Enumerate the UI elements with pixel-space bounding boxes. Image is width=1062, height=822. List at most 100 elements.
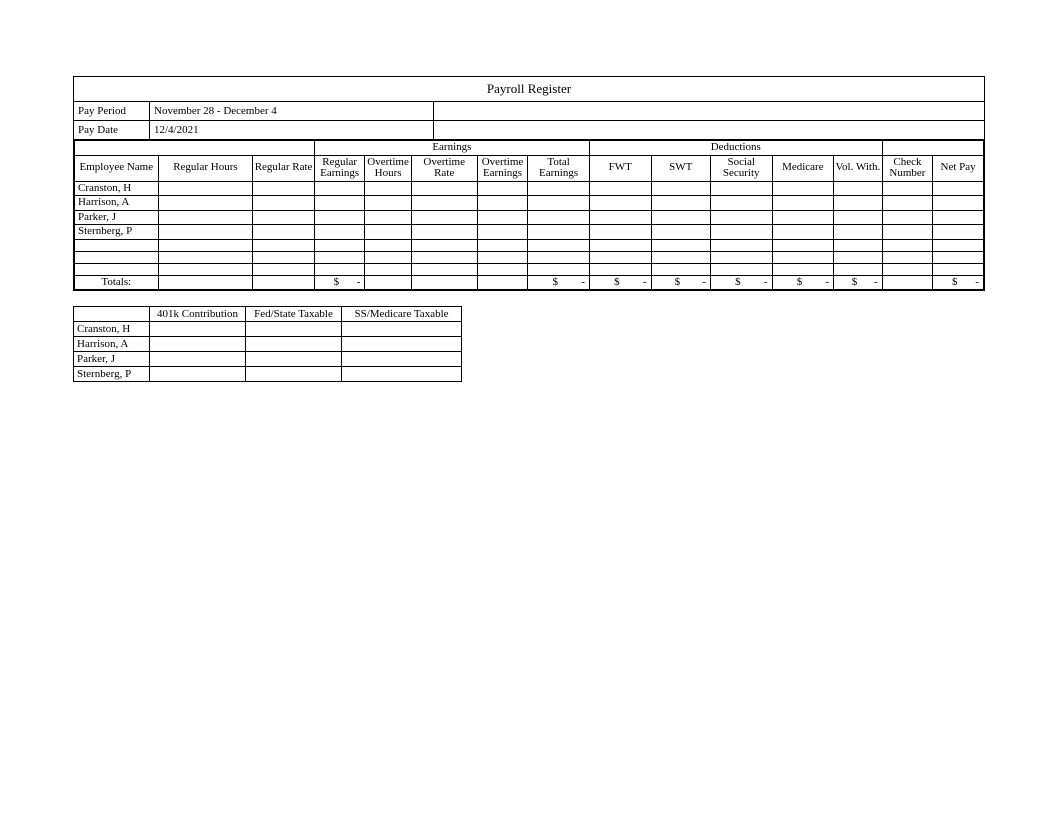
empty-cell	[834, 263, 882, 275]
empty-cell	[834, 251, 882, 263]
table-row: Cranston, H	[75, 181, 984, 196]
totals-swt: $-	[651, 275, 710, 290]
table-row: Cranston, H	[74, 322, 462, 337]
empty-cell	[772, 210, 834, 225]
empty-cell	[710, 251, 772, 263]
empty-cell	[528, 263, 590, 275]
empty-cell	[150, 337, 246, 352]
empty-cell	[365, 263, 411, 275]
totals-ot-hours	[365, 275, 411, 290]
pay-date-value: 12/4/2021	[150, 121, 434, 139]
col-ot-earn: Overtime Earnings	[477, 155, 528, 181]
empty-cell	[477, 181, 528, 196]
employee-name-cell: Cranston, H	[74, 322, 150, 337]
empty-cell	[882, 225, 933, 240]
empty-cell	[528, 210, 590, 225]
empty-cell	[342, 337, 462, 352]
empty-cell	[933, 225, 984, 240]
sub-col-ssmed: SS/Medicare Taxable	[342, 307, 462, 322]
empty-cell	[710, 210, 772, 225]
employee-name-cell: Parker, J	[74, 352, 150, 367]
empty-cell	[253, 210, 315, 225]
empty-cell	[772, 225, 834, 240]
totals-net-pay: $-	[933, 275, 984, 290]
empty-cell	[882, 263, 933, 275]
empty-cell	[314, 251, 365, 263]
empty-cell	[314, 225, 365, 240]
empty-cell	[477, 239, 528, 251]
table-row: Parker, J	[75, 210, 984, 225]
payroll-register-panel: Payroll Register Pay Period November 28 …	[73, 76, 985, 291]
empty-cell	[477, 225, 528, 240]
empty-cell	[710, 263, 772, 275]
empty-cell	[834, 210, 882, 225]
empty-cell	[158, 263, 253, 275]
payroll-table: Earnings Deductions Employee Name Regula…	[74, 140, 984, 290]
empty-cell	[342, 367, 462, 382]
empty-cell	[365, 181, 411, 196]
table-row: Harrison, A	[74, 337, 462, 352]
empty-cell	[772, 181, 834, 196]
totals-reg-rate	[253, 275, 315, 290]
group-spacer	[75, 141, 315, 156]
empty-cell	[528, 239, 590, 251]
empty-cell	[834, 181, 882, 196]
empty-cell	[158, 225, 253, 240]
employee-name-cell	[75, 263, 159, 275]
empty-cell	[253, 225, 315, 240]
empty-cell	[158, 239, 253, 251]
empty-cell	[882, 196, 933, 211]
empty-cell	[411, 181, 477, 196]
empty-cell	[365, 196, 411, 211]
empty-cell	[882, 210, 933, 225]
empty-cell	[772, 196, 834, 211]
empty-cell	[933, 239, 984, 251]
col-ot-hours: Overtime Hours	[365, 155, 411, 181]
empty-cell	[882, 239, 933, 251]
empty-cell	[150, 367, 246, 382]
col-fwt: FWT	[589, 155, 651, 181]
empty-cell	[651, 263, 710, 275]
employee-name-cell: Parker, J	[75, 210, 159, 225]
empty-cell	[834, 196, 882, 211]
empty-cell	[933, 181, 984, 196]
employee-name-cell	[75, 239, 159, 251]
empty-cell	[834, 239, 882, 251]
empty-cell	[411, 239, 477, 251]
empty-cell	[772, 263, 834, 275]
empty-cell	[710, 181, 772, 196]
pay-period-label: Pay Period	[74, 102, 150, 120]
totals-ot-earn	[477, 275, 528, 290]
empty-cell	[150, 352, 246, 367]
totals-fwt: $-	[589, 275, 651, 290]
empty-cell	[589, 239, 651, 251]
empty-cell	[314, 181, 365, 196]
empty-cell	[253, 251, 315, 263]
table-row: Parker, J	[74, 352, 462, 367]
empty-cell	[253, 196, 315, 211]
empty-cell	[246, 352, 342, 367]
empty-cell	[651, 251, 710, 263]
empty-cell	[314, 263, 365, 275]
table-row: Harrison, A	[75, 196, 984, 211]
col-swt: SWT	[651, 155, 710, 181]
empty-cell	[365, 210, 411, 225]
empty-cell	[589, 263, 651, 275]
table-row: Sternberg, P	[75, 225, 984, 240]
empty-cell	[589, 196, 651, 211]
pay-period-row: Pay Period November 28 - December 4	[74, 102, 984, 121]
empty-cell	[772, 251, 834, 263]
empty-cell	[528, 196, 590, 211]
empty-cell	[882, 181, 933, 196]
employee-name-cell: Sternberg, P	[74, 367, 150, 382]
empty-cell	[651, 225, 710, 240]
table-row: Sternberg, P	[74, 367, 462, 382]
empty-cell	[411, 263, 477, 275]
table-row	[75, 239, 984, 251]
empty-cell	[589, 210, 651, 225]
empty-cell	[589, 251, 651, 263]
contribution-panel: 401k Contribution Fed/State Taxable SS/M…	[73, 306, 463, 382]
group-deductions: Deductions	[589, 141, 882, 156]
empty-cell	[772, 239, 834, 251]
col-check-no: Check Number	[882, 155, 933, 181]
